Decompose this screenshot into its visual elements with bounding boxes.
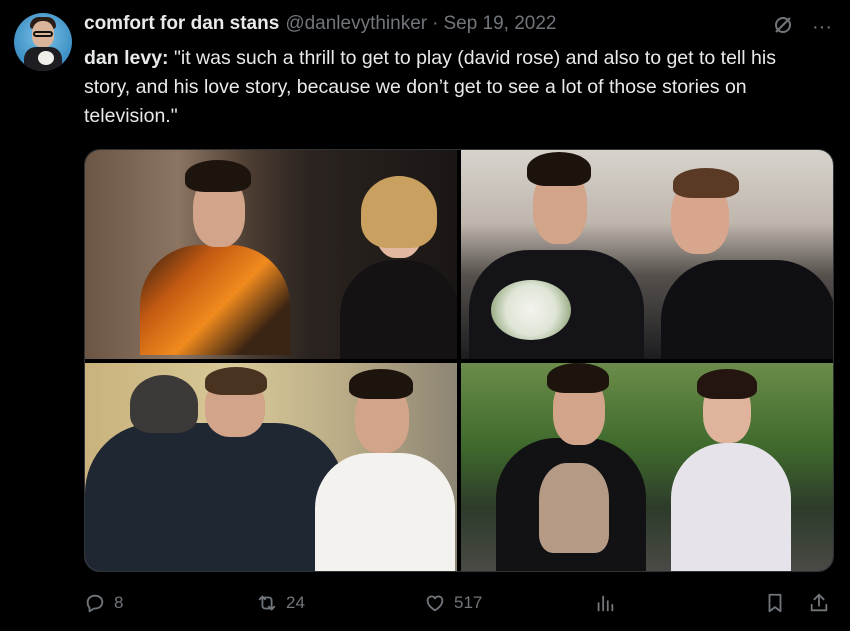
avatar[interactable]: [14, 13, 72, 71]
avatar-glasses: [33, 31, 53, 37]
bouquet: [491, 280, 571, 340]
woman-hair-2: [697, 368, 757, 399]
reply-count: 8: [114, 593, 124, 612]
photo-3[interactable]: [85, 362, 457, 571]
tweet-date[interactable]: Sep 19, 2022: [443, 13, 556, 35]
man-hair-3: [547, 362, 609, 393]
slash-circle-icon[interactable]: [772, 14, 794, 40]
share-icon: [810, 593, 828, 612]
groom-1-hair: [527, 152, 591, 186]
views-button[interactable]: [594, 592, 616, 614]
header-icons: ···: [772, 14, 832, 40]
retweet-icon: [258, 595, 276, 611]
heart-icon: [426, 595, 444, 612]
tweet-speaker: dan levy:: [84, 47, 169, 69]
media-grid: [84, 149, 834, 572]
reply-icon: [86, 594, 104, 613]
tweet-quote: "it was such a thrill to get to play (da…: [84, 47, 776, 127]
more-icon[interactable]: ···: [812, 17, 832, 37]
hugger-hair: [205, 366, 267, 395]
man-hair-2: [349, 368, 413, 399]
hugging-man-head: [130, 374, 198, 433]
avatar-dog: [38, 51, 54, 65]
like-button[interactable]: 517: [424, 592, 482, 614]
tweet-header: comfort for dan stans @danlevythinker · …: [84, 12, 557, 36]
woman-plaid-shirt: [671, 442, 791, 571]
bookmark-icon: [768, 593, 782, 613]
man-white-shirt: [315, 452, 455, 571]
share-button[interactable]: [808, 592, 830, 614]
retweet-count: 24: [286, 593, 305, 612]
photo-2[interactable]: [461, 150, 833, 359]
groom-2-hair: [673, 168, 739, 198]
user-handle[interactable]: @danlevythinker: [285, 13, 427, 35]
groom-2-suit: [661, 260, 833, 359]
hand-print: [539, 462, 609, 553]
retweet-button[interactable]: 24: [256, 592, 305, 614]
like-count: 517: [454, 593, 483, 612]
woman-hair: [361, 176, 437, 248]
photo-4[interactable]: [461, 362, 833, 571]
hugging-man-suit: [85, 422, 345, 571]
man-hair: [185, 160, 251, 192]
man-sweater: [140, 245, 290, 355]
separator-dot: ·: [432, 13, 439, 34]
photo-1[interactable]: [85, 150, 457, 359]
bookmark-button[interactable]: [764, 592, 786, 614]
tweet-text: dan levy: "it was such a thrill to get t…: [84, 44, 824, 131]
views-chart-icon: [597, 595, 614, 612]
reply-button[interactable]: 8: [84, 592, 123, 614]
woman-top: [340, 260, 457, 359]
display-name[interactable]: comfort for dan stans: [84, 13, 279, 35]
action-bar: 8 24 517: [84, 590, 834, 616]
